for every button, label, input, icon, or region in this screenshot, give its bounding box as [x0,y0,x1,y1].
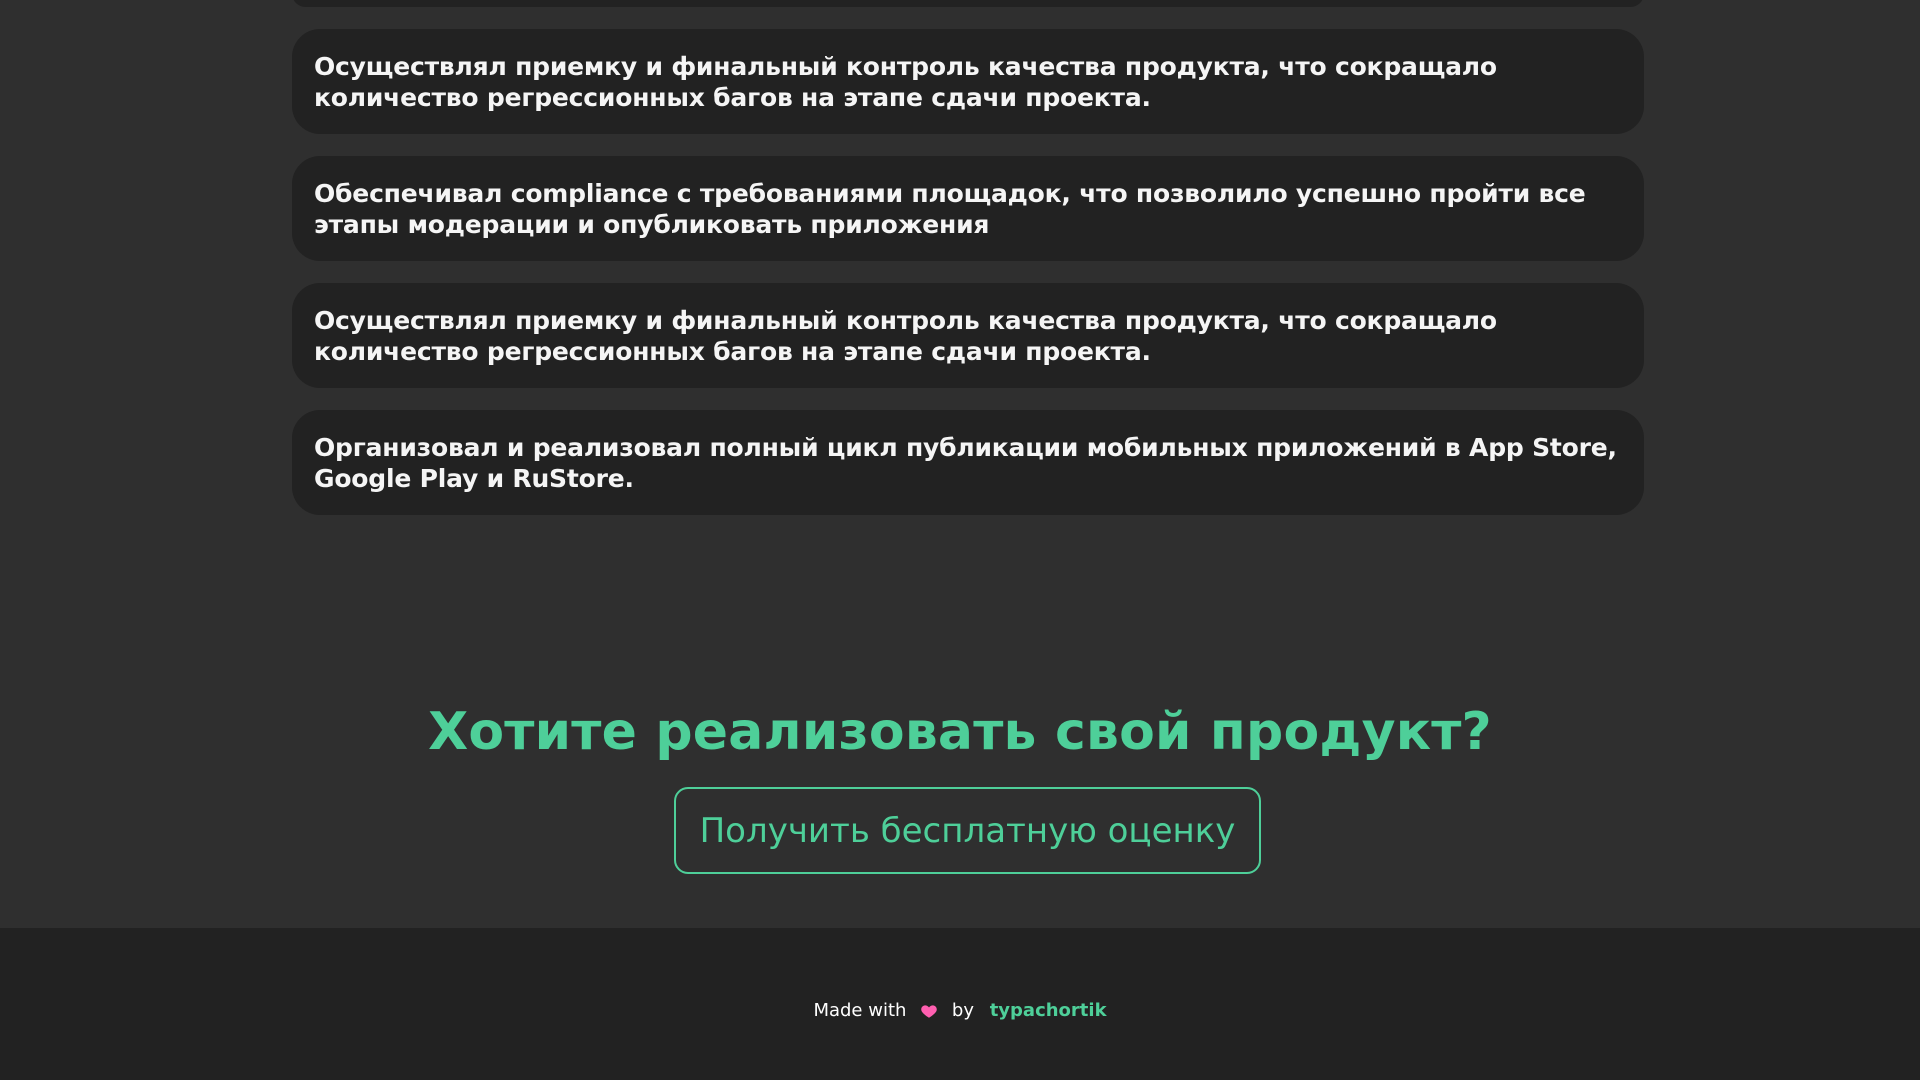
achievement-text: Обеспечивал compliance с требованиями пл… [314,178,1586,239]
footer-credit: Made with by typachortik [0,993,1920,1029]
achievement-text: Осуществлял приемку и финальный контроль… [314,305,1497,366]
cta-title: Хотите реализовать свой продукт? [428,702,1492,763]
achievement-card: Организовал и реализовал полный цикл пуб… [292,410,1644,515]
by-text: by [951,1000,974,1021]
achievement-card: Осуществлял приемку и финальный контроль… [292,283,1644,388]
achievement-card: Обеспечивал compliance с требованиями пл… [292,156,1644,261]
achievement-text: Организовал и реализовал полный цикл пуб… [314,432,1617,493]
made-with-text: Made with [813,1000,907,1021]
free-estimate-button[interactable]: Получить бесплатную оценку [674,787,1261,874]
author-link[interactable]: typachortik [990,1000,1107,1021]
page: Осуществлял приемку и финальный контроль… [0,0,1920,1080]
heart-icon [921,1005,937,1018]
achievement-card: Осуществлял приемку и финальный контроль… [292,29,1644,134]
achievement-card [292,0,1644,7]
achievement-text: Осуществлял приемку и финальный контроль… [314,51,1497,112]
achievements-list: Осуществлял приемку и финальный контроль… [292,0,1644,537]
